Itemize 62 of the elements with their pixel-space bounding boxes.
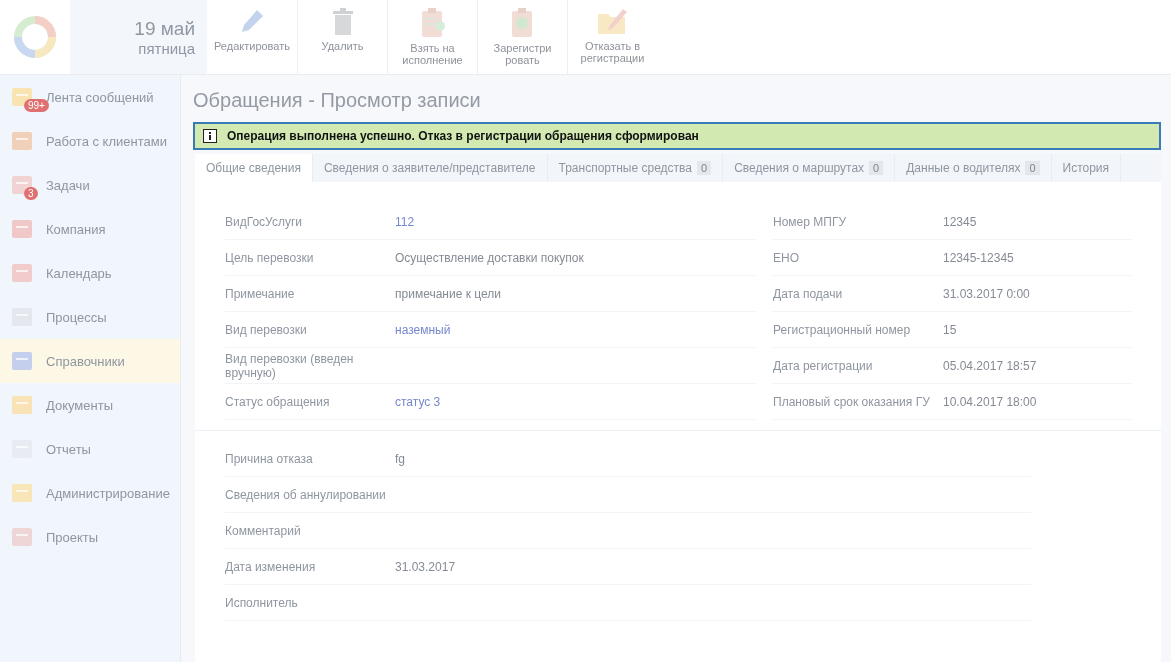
menu-icon [10, 481, 34, 505]
field-label: Исполнитель [225, 595, 299, 610]
field-label: Цель перевозки [225, 250, 315, 265]
sidebar-item[interactable]: Администрирование [0, 471, 180, 515]
menu-icon [10, 349, 34, 373]
tab-count: 0 [869, 161, 884, 175]
field-label: Сведения об аннулировании [225, 487, 387, 502]
sidebar-item[interactable]: Задачи 3 [0, 163, 180, 207]
field-link[interactable]: наземный [395, 322, 451, 337]
field-value: 10.04.2017 18:00 [943, 394, 1037, 409]
tab-count: 0 [697, 161, 712, 175]
sidebar-item[interactable]: Документы [0, 383, 180, 427]
field-label: Дата подачи [773, 286, 844, 301]
folder-pen-icon [596, 8, 629, 36]
field-value: примечание к цели [395, 286, 501, 301]
field-value: 15 [943, 322, 957, 337]
sidebar-item[interactable]: Справочники [0, 339, 180, 383]
field-label: Регистрационный номер [773, 322, 912, 337]
info-icon [203, 129, 217, 143]
field-label: Дата изменения [225, 559, 317, 574]
field-label: Примечание [225, 286, 296, 301]
sidebar-item[interactable]: Отчеты [0, 427, 180, 471]
field-label: ЕНО [773, 250, 800, 265]
field-value: fg [395, 451, 405, 466]
menu-icon [10, 217, 34, 241]
date-text: 19 май [134, 17, 195, 40]
count-badge: 3 [24, 187, 38, 200]
field-label: Статус обращения [225, 394, 331, 409]
sidebar-item[interactable]: Работа с клиентами [0, 119, 180, 163]
menu-icon [10, 393, 34, 417]
logo-icon [12, 14, 58, 60]
weekday-text: пятница [138, 39, 195, 57]
field-label: Плановый срок оказания ГУ [773, 394, 931, 409]
clipboard-icon [419, 8, 446, 38]
menu-icon [10, 173, 34, 197]
menu-icon [10, 261, 34, 285]
sidebar-item[interactable]: Проекты [0, 515, 180, 559]
field-label: Комментарий [225, 523, 302, 538]
tab[interactable]: Общие сведения [195, 154, 313, 182]
field-label: ВидГосУслуги [225, 214, 303, 229]
notice-text: Операция выполнена успешно. Отказ в регистрации обращения сформирован [227, 129, 699, 143]
field-value: Осуществление доставки покупок [395, 250, 584, 265]
field-value: 31.03.2017 [395, 559, 456, 574]
sidebar-item[interactable]: Компания [0, 207, 180, 251]
page-title: Обращения - Просмотр записи [193, 89, 482, 112]
field-link[interactable]: 112 [395, 214, 415, 229]
field-value: 31.03.2017 0:00 [943, 286, 1030, 301]
field-value: 12345-12345 [943, 250, 1014, 265]
field-label: Вид перевозки (введен вручную) [225, 351, 355, 380]
field-value: 05.04.2017 18:57 [943, 358, 1037, 373]
menu-icon [10, 129, 34, 153]
field-label: Причина отказа [225, 451, 314, 466]
field-label: Номер МПГУ [773, 214, 847, 229]
menu-icon [10, 525, 34, 549]
field-value: 12345 [943, 214, 977, 229]
field-link[interactable]: статус 3 [395, 394, 441, 409]
field-label: Вид перевозки [225, 322, 308, 337]
trash-icon [330, 8, 355, 36]
sidebar-item[interactable]: Календарь [0, 251, 180, 295]
field-label: Дата регистрации [773, 358, 874, 373]
sidebar-item[interactable]: Процессы [0, 295, 180, 339]
tab-count: 0 [1025, 161, 1040, 175]
